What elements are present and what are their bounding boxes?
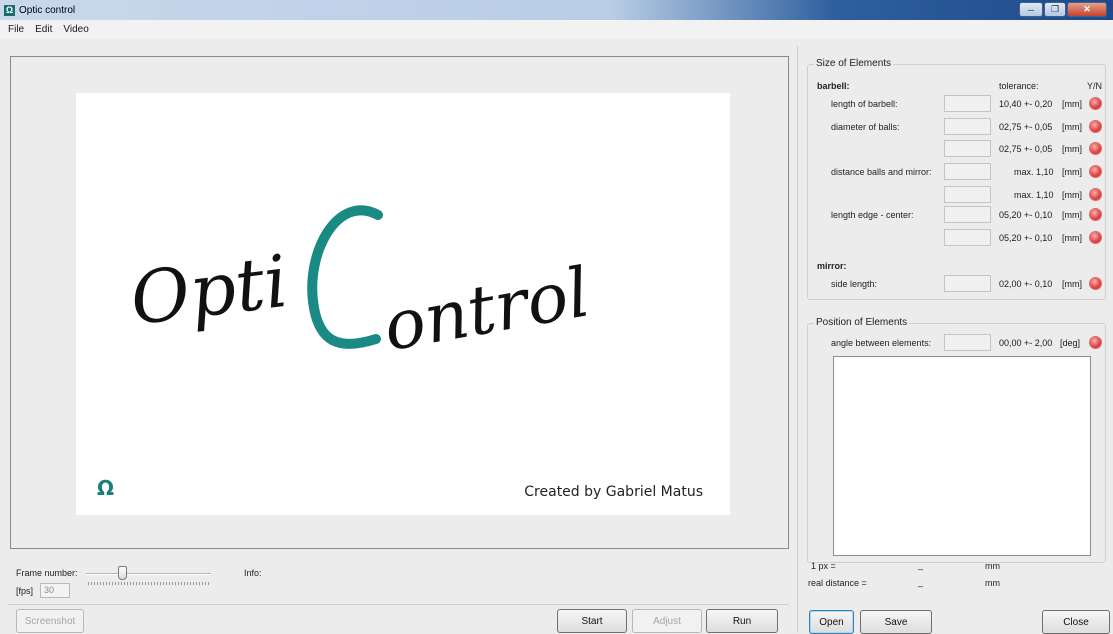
- panel-divider: [797, 46, 798, 633]
- status-indicator-icon: [1090, 166, 1101, 177]
- unit-label: [mm]: [1062, 99, 1082, 109]
- splash-screen: Opti ontrol Ω Created by Gabriel Matus: [76, 93, 730, 515]
- start-button[interactable]: Start: [557, 609, 627, 633]
- measurement-field: [944, 229, 991, 246]
- px-ratio-value: _: [918, 560, 924, 570]
- title-bar: Ω Optic control ─ ❐ ✕: [0, 0, 1113, 20]
- row-label: length edge - center:: [831, 210, 914, 220]
- status-indicator-icon: [1090, 209, 1101, 220]
- omega-icon: Ω: [4, 4, 15, 16]
- screenshot-button[interactable]: Screenshot: [16, 609, 84, 633]
- minimize-button[interactable]: ─: [1019, 2, 1043, 17]
- real-distance-value: _: [918, 577, 924, 587]
- tolerance-value: max. 1,10: [1014, 167, 1054, 177]
- credit-text: Created by Gabriel Matus: [524, 484, 703, 500]
- barbell-label: barbell:: [817, 81, 850, 91]
- tolerance-value: 10,40 +- 0,20: [999, 99, 1053, 109]
- real-distance-unit: mm: [985, 578, 1000, 588]
- row-label: length of barbell:: [831, 99, 898, 109]
- row-label: diameter of balls:: [831, 122, 900, 132]
- open-button[interactable]: Open: [809, 610, 854, 634]
- tolerance-value: 05,20 +- 0,10: [999, 233, 1053, 243]
- video-display[interactable]: Opti ontrol Ω Created by Gabriel Matus: [10, 56, 789, 549]
- window-title: Optic control: [19, 4, 76, 16]
- row-label: side length:: [831, 279, 878, 289]
- angle-unit: [deg]: [1060, 338, 1081, 348]
- measurement-field: [944, 95, 991, 112]
- angle-measurement-field: [944, 334, 991, 351]
- unit-label: [mm]: [1062, 279, 1082, 289]
- tolerance-value: max. 1,10: [1014, 190, 1054, 200]
- angle-tolerance: 00,00 +- 2,00: [999, 338, 1053, 348]
- frame-number-label: Frame number:: [16, 568, 78, 578]
- status-indicator-icon: [1090, 121, 1101, 132]
- measurement-field: [944, 275, 991, 292]
- row-label: distance balls and mirror:: [831, 167, 932, 177]
- unit-label: [mm]: [1062, 122, 1082, 132]
- results-list[interactable]: [833, 356, 1091, 556]
- tolerance-value: 02,75 +- 0,05: [999, 144, 1053, 154]
- window-controls: ─ ❐ ✕: [1019, 2, 1107, 17]
- save-button[interactable]: Save: [860, 610, 932, 634]
- measurement-field: [944, 140, 991, 157]
- unit-label: [mm]: [1062, 210, 1082, 220]
- status-indicator-icon: [1090, 143, 1101, 154]
- close-window-button[interactable]: ✕: [1067, 2, 1107, 17]
- frame-slider-ticks: [88, 582, 209, 585]
- unit-label: [mm]: [1062, 233, 1082, 243]
- status-indicator-icon: [1090, 337, 1101, 348]
- menu-edit[interactable]: Edit: [35, 24, 52, 35]
- measurement-field: [944, 163, 991, 180]
- real-distance-label: real distance =: [808, 578, 867, 588]
- status-indicator-icon: [1090, 98, 1101, 109]
- measurement-field: [944, 186, 991, 203]
- adjust-button[interactable]: Adjust: [632, 609, 702, 633]
- tolerance-value: 05,20 +- 0,10: [999, 210, 1053, 220]
- tolerance-value: 02,75 +- 0,05: [999, 122, 1053, 132]
- measurement-field: [944, 206, 991, 223]
- logo-text-ontrol: ontrol: [378, 253, 596, 367]
- status-indicator-icon: [1090, 232, 1101, 243]
- menu-file[interactable]: File: [8, 24, 24, 35]
- fps-input[interactable]: 30: [40, 583, 70, 598]
- run-button[interactable]: Run: [706, 609, 778, 633]
- frame-slider-track[interactable]: [86, 573, 211, 575]
- yn-header: Y/N: [1087, 81, 1103, 91]
- maximize-button[interactable]: ❐: [1044, 2, 1066, 17]
- size-group-title: Size of Elements: [814, 58, 894, 69]
- px-ratio-unit: mm: [985, 561, 1000, 571]
- angle-label: angle between elements:: [831, 338, 932, 348]
- fps-label: [fps]: [16, 586, 34, 596]
- position-group-title: Position of Elements: [814, 317, 910, 328]
- omega-logo-icon: Ω: [97, 476, 115, 500]
- info-label: Info:: [244, 568, 262, 578]
- frame-slider-thumb[interactable]: [118, 566, 127, 580]
- close-button[interactable]: Close: [1042, 610, 1110, 634]
- tolerance-value: 02,00 +- 0,10: [999, 279, 1053, 289]
- mirror-label: mirror:: [817, 261, 847, 271]
- tolerance-header: tolerance:: [999, 81, 1039, 91]
- unit-label: [mm]: [1062, 167, 1082, 177]
- logo-graphic: Opti ontrol: [126, 205, 596, 367]
- px-ratio-label: 1 px =: [811, 561, 836, 571]
- menu-video[interactable]: Video: [63, 24, 88, 35]
- menu-bar: File Edit Video: [0, 20, 1113, 39]
- status-indicator-icon: [1090, 278, 1101, 289]
- unit-label: [mm]: [1062, 190, 1082, 200]
- bottom-divider: [8, 604, 789, 605]
- unit-label: [mm]: [1062, 144, 1082, 154]
- status-indicator-icon: [1090, 189, 1101, 200]
- logo-c-mark: [307, 205, 383, 349]
- measurement-field: [944, 118, 991, 135]
- logo-text-opti: Opti: [126, 239, 292, 342]
